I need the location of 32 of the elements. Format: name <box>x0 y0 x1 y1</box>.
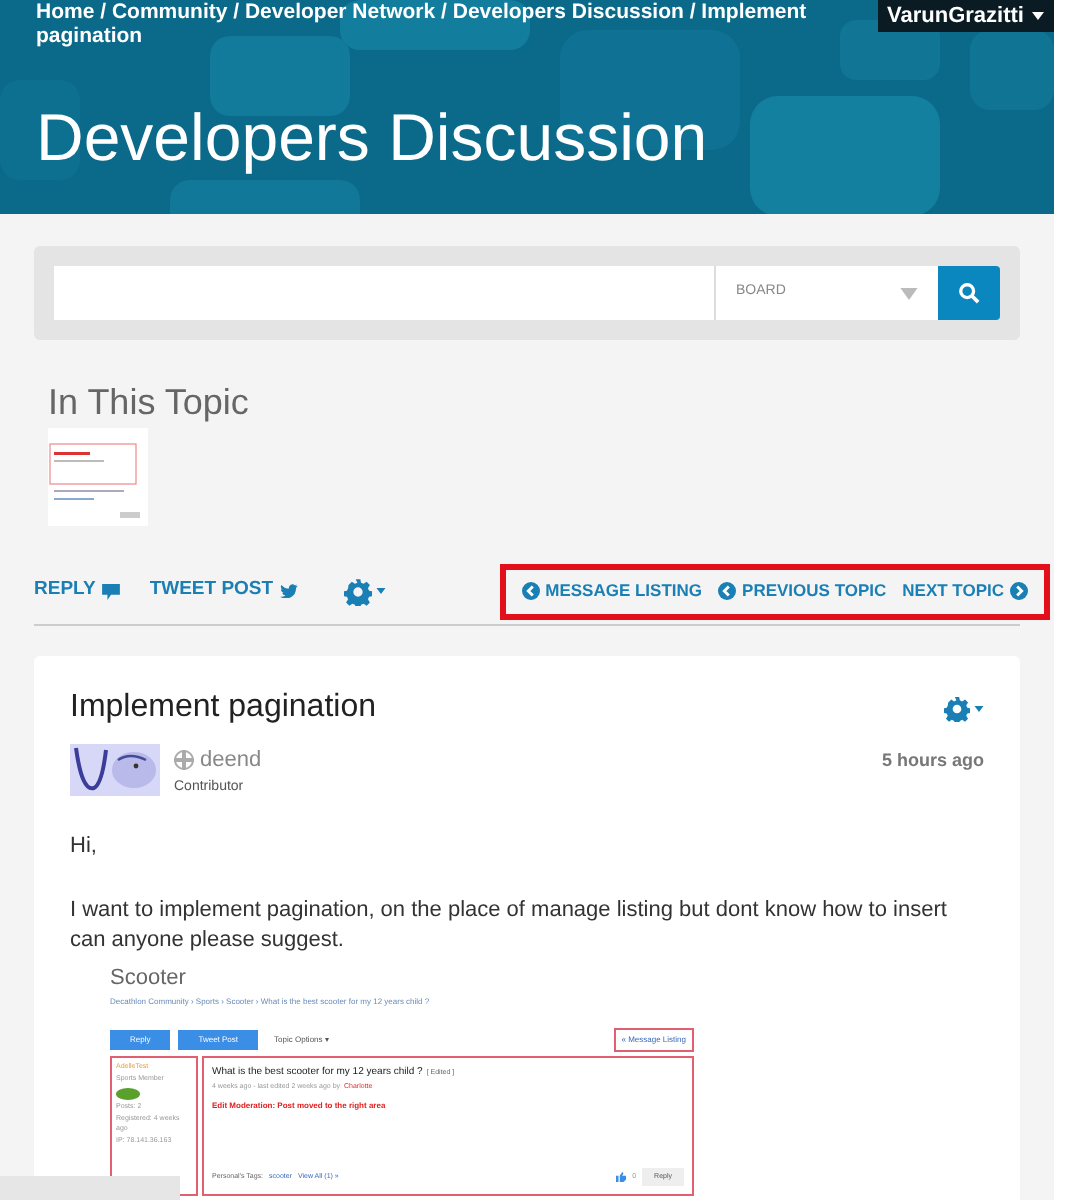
caret-icon <box>974 705 984 711</box>
topic-nav-link[interactable]: MESSAGE LISTING <box>521 578 703 604</box>
caret-icon <box>900 287 918 299</box>
gear-icon[interactable] <box>343 577 372 605</box>
post-time: 5 hours ago <box>881 747 984 774</box>
search-field[interactable] <box>54 266 714 320</box>
caret-icon <box>1032 12 1044 20</box>
topic-nav-link[interactable]: NEXT TOPIC <box>902 578 1028 604</box>
section-title: In This Topic <box>48 380 251 424</box>
search-icon <box>958 282 980 304</box>
reply-link[interactable]: REPLY <box>34 576 120 606</box>
caret-icon <box>375 588 386 594</box>
bird-icon <box>279 584 298 598</box>
search-button[interactable] <box>938 266 1000 320</box>
page-title: Developers Discussion <box>36 98 708 178</box>
screenshot-title: Scooter <box>110 966 188 992</box>
gear-icon[interactable] <box>944 695 970 721</box>
chevron-left-icon <box>521 582 540 600</box>
breadcrumb-trail[interactable]: Home / Community / Developer Network / Developers Discussion / Implement pagination <box>36 0 876 48</box>
post-title: Implement pagination <box>70 688 376 728</box>
author-name[interactable]: deend <box>200 744 262 777</box>
tweet-link[interactable]: TWEET POST <box>149 576 298 606</box>
rank-icon <box>174 750 194 771</box>
chevron-left-icon <box>718 582 737 600</box>
post-paragraph: Hi, <box>70 832 99 862</box>
rank-icon <box>116 1087 140 1099</box>
topic-nav-link[interactable]: PREVIOUS TOPIC <box>718 578 887 604</box>
user-menu-button[interactable]: VarunGrazitti <box>877 0 1054 32</box>
chevron-right-icon <box>1010 582 1028 600</box>
post-paragraph: I want to implement pagination, on the place of manage listing but dont know how to insert can anyone please suggest. <box>70 896 949 956</box>
thumbs-up-icon <box>616 1171 627 1182</box>
speech-bubble-icon <box>101 583 120 599</box>
